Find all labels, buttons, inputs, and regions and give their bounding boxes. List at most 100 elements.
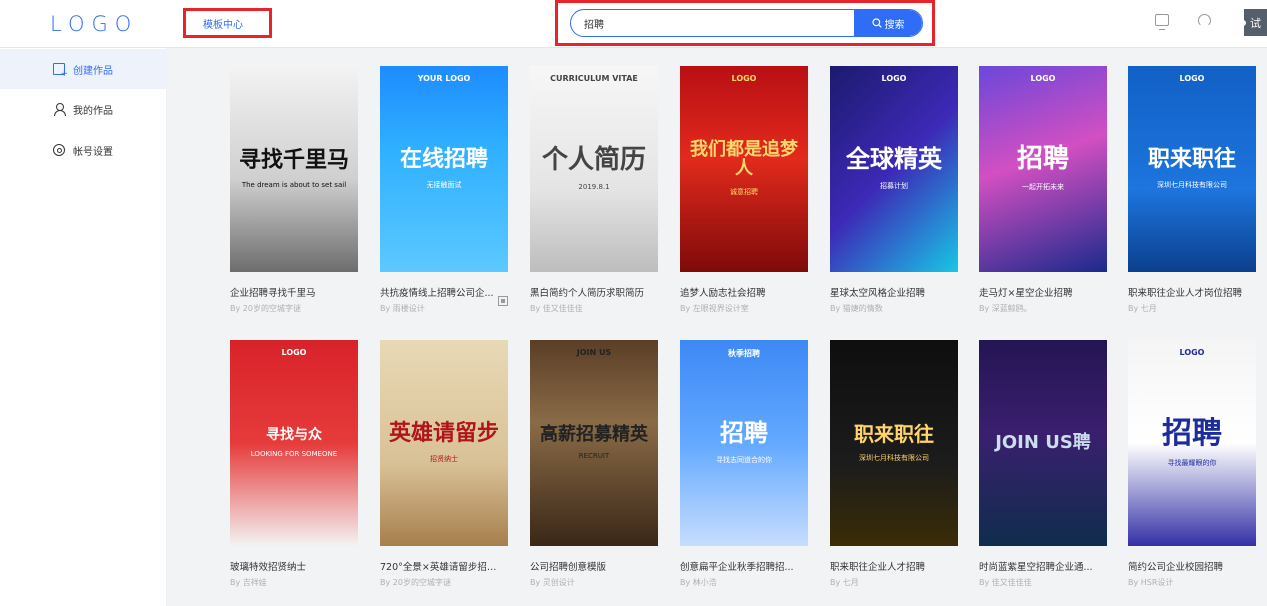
- template-title[interactable]: 企业招聘寻找千里马: [230, 285, 350, 299]
- search-bar: 搜索: [570, 9, 923, 37]
- template-author: By 七月: [1128, 304, 1157, 313]
- user-icon: [53, 103, 66, 116]
- template-card[interactable]: 职来职往 深圳七月科技有限公司 职来职往企业人才招聘 By 七月: [830, 340, 958, 588]
- template-card[interactable]: CURRICULUM VITAE 个人简历 2019.8.1 黑白简约个人简历求职简历…: [530, 66, 658, 314]
- template-card[interactable]: LOGO 招聘一起开拓未来走马灯×星空企业招聘 By 深蓝鲸鸥。: [979, 66, 1107, 314]
- template-author: By HSR设计: [1128, 578, 1174, 587]
- thumbnail-logo-text: LOGO: [1030, 74, 1056, 83]
- template-author: By 20岁的空城字谜: [230, 304, 301, 313]
- template-thumbnail[interactable]: 寻找千里马 The dream is about to set sail: [230, 66, 358, 272]
- template-thumbnail[interactable]: LOGO 我们都是追梦人 诚意招聘: [680, 66, 808, 272]
- thumbnail-logo-text: LOGO: [281, 348, 307, 357]
- template-card[interactable]: JOIN US 高薪招募精英 RECRUIT 公司招聘创意模版 By 灵创设计: [530, 340, 658, 588]
- template-card[interactable]: 英雄请留步招贤纳士 720°全景×英雄请留步招兵... By 20岁的空城字谜: [380, 340, 508, 588]
- sidebar-item-label: 帐号设置: [73, 146, 113, 158]
- thumbnail-subtext: RECRUIT: [578, 452, 610, 461]
- template-card[interactable]: LOGO 全球精英 招募计划 星球太空风格企业招聘 By 猫婕的情数: [830, 66, 958, 314]
- template-card[interactable]: 寻找千里马 The dream is about to set sail 企业招聘寻…: [230, 66, 358, 314]
- thumbnail-headline: 我们都是追梦人: [690, 139, 798, 179]
- template-author: By 20岁的空城字谜: [380, 578, 451, 587]
- thumbnail-headline: 英雄请留步: [388, 421, 499, 447]
- thumbnail-headline: 高薪招募精英: [540, 423, 648, 445]
- template-thumbnail[interactable]: JOIN US 高薪招募精英 RECRUIT: [530, 340, 658, 546]
- search-button[interactable]: 搜索: [854, 10, 922, 36]
- template-title[interactable]: 720°全景×英雄请留步招兵...: [380, 559, 500, 573]
- thumbnail-subtext: 诚意招聘: [730, 187, 758, 196]
- trial-button[interactable]: 试: [1240, 9, 1267, 36]
- sidebar-item-my-works[interactable]: 我的作品: [0, 89, 167, 129]
- top-bar: LOGO 模板中心 搜索 试: [0, 0, 1267, 48]
- template-author: By 深蓝鲸鸥。: [979, 304, 1032, 313]
- template-title[interactable]: 简约公司企业校园招聘: [1128, 559, 1248, 573]
- template-thumbnail[interactable]: JOIN US聘: [979, 340, 1107, 546]
- template-title[interactable]: 玻璃特效招贤纳士: [230, 559, 350, 573]
- template-card[interactable]: LOGO 寻找与众 LOOKING FOR SOMEONE 玻璃特效招贤纳士 By 吉祥…: [230, 340, 358, 588]
- thumbnail-headline: 招聘: [1162, 416, 1222, 452]
- template-thumbnail[interactable]: LOGO 招聘一起开拓未来: [979, 66, 1107, 272]
- search-button-label: 搜索: [884, 19, 905, 31]
- search-input[interactable]: [571, 10, 854, 36]
- template-title[interactable]: 职来职往企业人才岗位招聘: [1128, 285, 1248, 299]
- template-title[interactable]: 创意扁平企业秋季招聘招...: [680, 559, 800, 573]
- template-title[interactable]: 职来职往企业人才招聘: [830, 559, 950, 573]
- template-thumbnail[interactable]: CURRICULUM VITAE 个人简历 2019.8.1: [530, 66, 658, 272]
- template-thumbnail[interactable]: YOUR LOGO 在线招聘 无接触面试: [380, 66, 508, 272]
- template-title[interactable]: 共抗疫情线上招聘公司企...: [380, 285, 500, 299]
- thumbnail-subtext: 一起开拓未来: [1022, 182, 1064, 191]
- thumbnail-logo-text: LOGO: [881, 74, 907, 83]
- logo[interactable]: LOGO: [50, 12, 138, 36]
- thumbnail-logo-text: CURRICULUM VITAE: [550, 74, 638, 83]
- sidebar-item-create[interactable]: 创建作品: [0, 49, 167, 89]
- template-card[interactable]: LOGO 职来职往 深圳七月科技有限公司职来职往企业人才岗位招聘 By 七月: [1128, 66, 1256, 314]
- template-card[interactable]: 秋季招聘招聘寻找志同道合的你创意扁平企业秋季招聘招... By 林小浩: [680, 340, 808, 588]
- thumbnail-headline: 职来职往: [1147, 147, 1236, 173]
- thumbnail-headline: 全球精英: [846, 145, 942, 174]
- monitor-icon[interactable]: [1155, 14, 1169, 30]
- template-thumbnail[interactable]: LOGO 全球精英 招募计划: [830, 66, 958, 272]
- template-card[interactable]: LOGO 我们都是追梦人 诚意招聘 追梦人励志社会招聘 By 左眼视界设计室: [680, 66, 808, 314]
- template-author: By 佳又佳佳佳: [530, 304, 583, 313]
- headset-icon[interactable]: [1198, 14, 1211, 27]
- thumbnail-subtext: LOOKING FOR SOMEONE: [250, 450, 338, 459]
- template-thumbnail[interactable]: 秋季招聘招聘寻找志同道合的你: [680, 340, 808, 546]
- template-title[interactable]: 黑白简约个人简历求职简历: [530, 285, 650, 299]
- thumbnail-headline: 招聘: [720, 419, 768, 448]
- sidebar-item-account-settings[interactable]: 帐号设置: [0, 130, 167, 170]
- thumbnail-headline: 在线招聘: [399, 147, 488, 173]
- template-thumbnail[interactable]: LOGO 招聘 寻找最耀眼的你: [1128, 340, 1256, 546]
- qr-code-icon[interactable]: [498, 296, 508, 306]
- thumbnail-logo-text: 秋季招聘: [728, 349, 760, 358]
- template-author: By 佳又佳佳佳: [979, 578, 1032, 587]
- thumbnail-headline: 职来职往: [854, 421, 934, 446]
- sidebar-item-label: 创建作品: [73, 65, 113, 77]
- thumbnail-headline: 招聘: [1016, 144, 1069, 175]
- template-author: By 左眼视界设计室: [680, 304, 749, 313]
- template-center-link[interactable]: 模板中心: [183, 8, 272, 38]
- template-center-label: 模板中心: [203, 19, 243, 31]
- thumbnail-subtext: 招贤纳士: [430, 454, 458, 463]
- template-thumbnail[interactable]: 英雄请留步 招贤纳士: [380, 340, 508, 546]
- template-thumbnail[interactable]: 职来职往 深圳七月科技有限公司: [830, 340, 958, 546]
- template-author: By 林小浩: [680, 578, 717, 587]
- sidebar-item-label: 我的作品: [73, 105, 113, 117]
- template-author: By 雨楼设计: [380, 304, 425, 313]
- thumbnail-headline: 寻找千里马: [238, 148, 349, 174]
- sidebar: 创建作品 我的作品 帐号设置: [0, 48, 167, 606]
- thumbnail-subtext: 寻找志同道合的你: [716, 455, 772, 464]
- thumbnail-headline: 个人简历: [541, 145, 646, 176]
- thumbnail-subtext: The dream is about to set sail: [241, 180, 347, 189]
- thumbnail-headline: 寻找与众: [266, 426, 322, 443]
- template-card[interactable]: LOGO 招聘 寻找最耀眼的你简约公司企业校园招聘 By HSR设计: [1128, 340, 1256, 588]
- template-author: By 灵创设计: [530, 578, 575, 587]
- template-thumbnail[interactable]: LOGO 寻找与众 LOOKING FOR SOMEONE: [230, 340, 358, 546]
- template-thumbnail[interactable]: LOGO 职来职往 深圳七月科技有限公司: [1128, 66, 1256, 272]
- template-card[interactable]: YOUR LOGO 在线招聘 无接触面试共抗疫情线上招聘公司企... By 雨楼设计: [380, 66, 508, 314]
- thumbnail-logo-text: JOIN US: [576, 348, 612, 357]
- template-title[interactable]: 星球太空风格企业招聘: [830, 285, 950, 299]
- template-title[interactable]: 公司招聘创意模版: [530, 559, 650, 573]
- template-card[interactable]: JOIN US聘时尚蓝紫星空招聘企业通... By 佳又佳佳佳: [979, 340, 1107, 588]
- template-title[interactable]: 时尚蓝紫星空招聘企业通...: [979, 559, 1099, 573]
- template-title[interactable]: 追梦人励志社会招聘: [680, 285, 800, 299]
- template-title[interactable]: 走马灯×星空企业招聘: [979, 285, 1099, 299]
- template-author: By 吉祥娃: [230, 578, 267, 587]
